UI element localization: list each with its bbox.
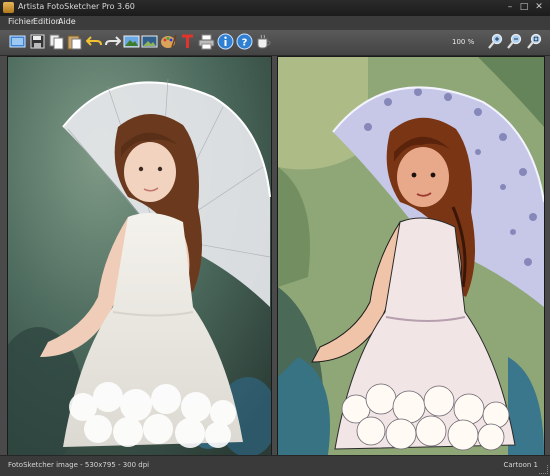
- image-info-text: FotoSketcher image - 530x795 - 300 dpi: [8, 461, 150, 469]
- menu-bar: Fichier Edition Aide: [0, 16, 550, 31]
- zoom-level: 100 %: [452, 38, 475, 46]
- magnifier-plus-icon: [488, 33, 503, 49]
- add-text-button[interactable]: [179, 33, 196, 50]
- landscape-result-icon: [141, 35, 158, 48]
- original-image-panel[interactable]: [7, 56, 272, 456]
- print-button[interactable]: [198, 33, 215, 50]
- maximize-button[interactable]: □: [518, 2, 530, 13]
- menu-file[interactable]: Fichier: [8, 17, 34, 26]
- redo-icon: [105, 36, 121, 46]
- open-image-icon: [9, 35, 26, 48]
- close-button[interactable]: ✕: [533, 2, 545, 13]
- result-image-panel[interactable]: [277, 56, 545, 456]
- menu-help[interactable]: Aide: [58, 17, 76, 26]
- paste-button[interactable]: [66, 33, 83, 50]
- info-icon: [217, 33, 234, 50]
- effect-parameters-button[interactable]: [160, 33, 177, 50]
- zoom-out-button[interactable]: [506, 33, 523, 50]
- minimize-button[interactable]: –: [504, 2, 516, 13]
- paste-icon: [67, 35, 82, 50]
- text-icon: [182, 34, 193, 48]
- menu-edit[interactable]: Edition: [33, 17, 61, 26]
- original-photo: [8, 57, 271, 455]
- resize-grip[interactable]: [539, 465, 548, 474]
- toolbar: ? 100 %: [0, 30, 550, 56]
- palette-icon: [161, 34, 177, 48]
- magnifier-minus-icon: [507, 33, 522, 49]
- cartoon-result-image: [278, 57, 544, 455]
- original-image-button[interactable]: [123, 33, 140, 50]
- window-title: Artista FotoSketcher Pro 3.60: [18, 2, 135, 11]
- printer-icon: [198, 34, 215, 50]
- save-button[interactable]: [29, 33, 46, 50]
- effect-name-text: Cartoon 1: [503, 461, 538, 469]
- copy-button[interactable]: [48, 33, 65, 50]
- undo-button[interactable]: [86, 33, 103, 50]
- app-window: Artista FotoSketcher Pro 3.60 – □ ✕ Fich…: [0, 0, 550, 476]
- svg-text:?: ?: [242, 38, 248, 49]
- help-button[interactable]: ?: [236, 33, 253, 50]
- status-bar: FotoSketcher image - 530x795 - 300 dpi C…: [0, 455, 550, 476]
- redo-button[interactable]: [104, 33, 121, 50]
- result-image-button[interactable]: [141, 33, 158, 50]
- open-image-button[interactable]: [9, 33, 26, 50]
- title-bar[interactable]: Artista FotoSketcher Pro 3.60 – □ ✕: [0, 0, 550, 16]
- save-icon: [30, 34, 45, 49]
- zoom-fit-button[interactable]: [526, 33, 543, 50]
- copy-icon: [49, 34, 64, 50]
- donate-button[interactable]: [255, 33, 272, 50]
- undo-icon: [86, 36, 102, 46]
- magnifier-fit-icon: [527, 33, 542, 49]
- app-icon: [3, 2, 14, 13]
- coffee-cup-icon: [257, 34, 271, 49]
- zoom-in-button[interactable]: [487, 33, 504, 50]
- info-button[interactable]: [217, 33, 234, 50]
- landscape-icon: [123, 35, 140, 48]
- help-icon: ?: [236, 33, 253, 50]
